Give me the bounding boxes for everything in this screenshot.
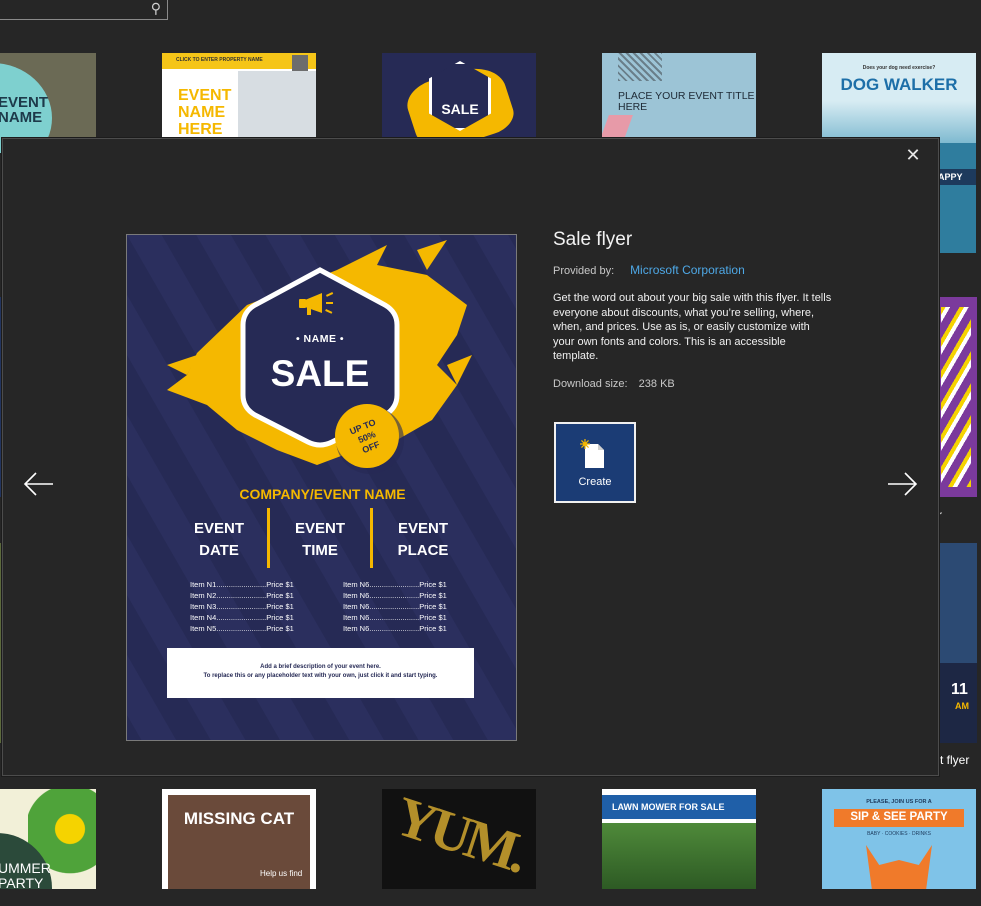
search-icon[interactable]: ⚲ xyxy=(151,1,161,17)
tile-title: EVENT NAME HERE xyxy=(178,87,232,138)
template-tile-lawn-mower[interactable]: LAWN MOWER FOR SALE xyxy=(602,789,756,889)
flyer-description-line: Add a brief description of your event he… xyxy=(260,664,381,670)
tile-label-partial: t flyer xyxy=(940,753,970,767)
close-button[interactable]: ✕ xyxy=(902,145,924,167)
tile-photo xyxy=(937,543,977,663)
flyer-name: • NAME • xyxy=(295,333,345,345)
price-item: Item N1........................Price $1 xyxy=(190,580,294,589)
tile-title: PLACE YOUR EVENT TITLE HERE xyxy=(618,90,755,113)
template-gallery: ⚲ EVENT NAME CLICK TO ENTER PROPERTY NAM… xyxy=(0,0,981,906)
download-size-label: Download size: xyxy=(553,377,628,390)
download-size-value: 238 KB xyxy=(638,377,675,390)
column-line: DATE xyxy=(199,542,239,559)
flyer-column-time: EVENT TIME xyxy=(267,518,373,562)
flyer-sale-title: SALE xyxy=(270,353,370,394)
template-description: Get the word out about your big sale wit… xyxy=(553,292,832,362)
price-item: Item N6........................Price $1 xyxy=(343,580,447,589)
flyer-column-date: EVENT DATE xyxy=(165,518,273,562)
create-button-label: Create xyxy=(578,476,612,488)
next-template-button[interactable] xyxy=(882,464,922,504)
flyer-company-name: COMPANY/EVENT NAME xyxy=(239,486,406,502)
template-tile-sip-see[interactable]: PLEASE, JOIN US FOR A SIP & SEE PARTY BA… xyxy=(822,789,976,889)
tile-subtitle: Does your dog need exercise? xyxy=(862,65,936,71)
tile-title: SALE xyxy=(441,101,479,117)
tile-title: LAWN MOWER FOR SALE xyxy=(612,802,725,812)
tile-title: YUM. xyxy=(387,789,533,885)
tile-subtitle: PLEASE, JOIN US FOR A xyxy=(866,799,932,805)
tile-title: UMMER PARTY xyxy=(0,860,51,890)
arrow-right-icon xyxy=(888,472,918,496)
template-tile-confetti[interactable] xyxy=(937,297,977,497)
column-line: PLACE xyxy=(397,542,449,559)
tile-confetti-pattern xyxy=(941,307,971,487)
flyer-description-line: To replace this or any placeholder text … xyxy=(203,673,438,679)
tile-tagline: BABY · COOKIES · DRINKS xyxy=(867,831,931,837)
column-line: EVENT xyxy=(397,520,448,537)
tile-ampm: AM xyxy=(955,701,969,711)
provider-link[interactable]: Microsoft Corporation xyxy=(630,263,745,277)
template-tile-summer-party[interactable]: UMMER PARTY xyxy=(0,789,96,889)
new-document-icon xyxy=(580,439,604,468)
tile-pattern xyxy=(618,53,662,81)
column-line: EVENT xyxy=(294,520,345,537)
flyer-price-list-right: Item N6........................Price $1 … xyxy=(343,579,447,634)
tile-time: 11 xyxy=(951,681,968,698)
template-tile-yum[interactable]: YUM. xyxy=(382,789,536,889)
tile-banner-text: APPY xyxy=(938,172,963,182)
template-title: Sale flyer xyxy=(553,229,633,250)
fox-illustration xyxy=(866,845,932,889)
template-tile-missing-cat[interactable]: MISSING CAT Help us find xyxy=(162,789,316,889)
price-item: Item N6........................Price $1 xyxy=(343,602,447,611)
template-preview-dialog: ✕ • NAME • SALE UP TO 50% OFF COMPANY/EV… xyxy=(2,138,939,776)
arrow-left-icon xyxy=(23,472,53,496)
price-item: Item N3........................Price $1 xyxy=(190,602,294,611)
template-preview-image: • NAME • SALE UP TO 50% OFF COMPANY/EVEN… xyxy=(126,234,517,741)
tile-mower-photo xyxy=(602,823,756,889)
price-item: Item N6........................Price $1 xyxy=(343,613,447,622)
price-item: Item N6........................Price $1 xyxy=(343,624,447,633)
tile-header-text: CLICK TO ENTER PROPERTY NAME xyxy=(176,57,263,63)
price-item: Item N4........................Price $1 xyxy=(190,613,294,622)
create-button[interactable]: Create xyxy=(554,422,636,503)
template-tile-event-11am[interactable]: 11 AM xyxy=(937,543,977,743)
price-item: Item N2........................Price $1 xyxy=(190,591,294,600)
download-size-row: Download size: 238 KB xyxy=(553,378,833,390)
price-item: Item N6........................Price $1 xyxy=(343,591,447,600)
flyer-column-place: EVENT PLACE xyxy=(370,518,476,562)
price-item: Item N5........................Price $1 xyxy=(190,624,294,633)
tile-title: DOG WALKER xyxy=(840,75,958,94)
tile-title: SIP & SEE PARTY xyxy=(850,811,948,823)
flyer-price-list-left: Item N1........................Price $1 … xyxy=(190,579,294,634)
search-box[interactable]: ⚲ xyxy=(0,0,168,20)
provider-row: Provided by: Microsoft Corporation xyxy=(553,263,833,277)
tile-title: EVENT NAME xyxy=(0,94,49,126)
tile-skyline xyxy=(822,101,976,143)
tile-subtitle: Help us find xyxy=(260,869,303,878)
column-line: TIME xyxy=(302,542,338,559)
tile-title: MISSING CAT xyxy=(183,809,295,828)
provided-by-label: Provided by: xyxy=(553,265,615,277)
previous-template-button[interactable] xyxy=(19,464,59,504)
column-line: EVENT xyxy=(193,520,244,537)
template-info-panel: Sale flyer Provided by: Microsoft Corpor… xyxy=(553,229,833,390)
